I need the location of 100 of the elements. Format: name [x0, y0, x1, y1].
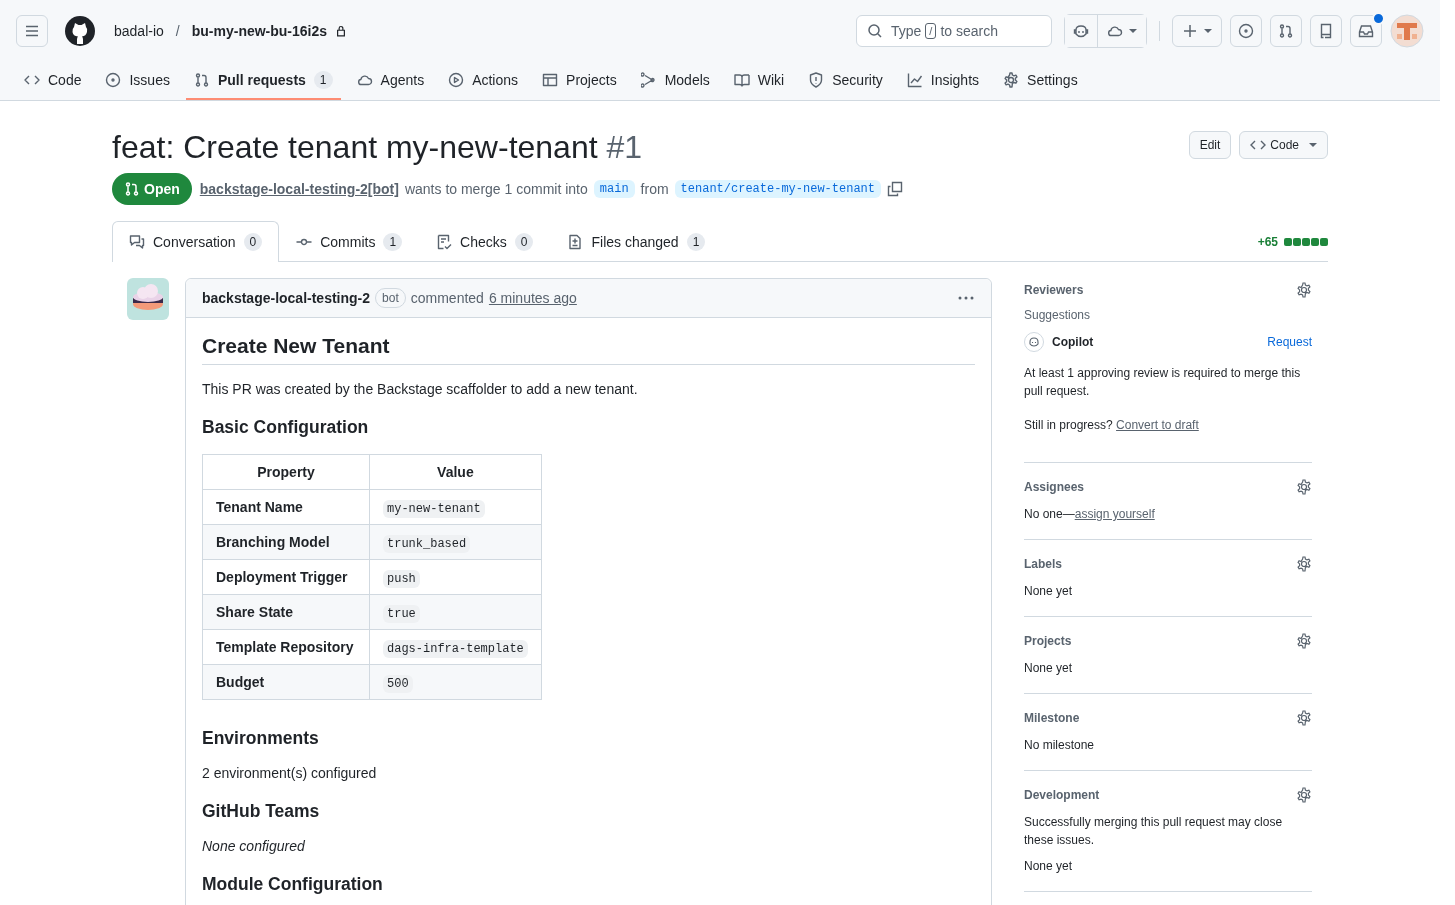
section-heading: Module Configuration	[202, 874, 384, 895]
plus-icon	[1182, 23, 1198, 39]
repo-nav-tab[interactable]: Settings	[995, 62, 1086, 100]
property-cell: Template Repository	[202, 629, 370, 665]
sidebar-heading: Assignees	[1024, 480, 1085, 494]
pull-request-icon	[1278, 23, 1294, 39]
robot-avatar-icon	[1024, 332, 1044, 352]
section-text: 2 environment(s) configured	[202, 765, 378, 781]
reviewer-name: Copilot	[1052, 335, 1094, 349]
pull-requests-button[interactable]	[1270, 15, 1302, 47]
count-badge: 0	[514, 233, 534, 251]
repositories-button[interactable]	[1310, 15, 1342, 47]
comment-heading: Create New Tenant	[202, 334, 975, 365]
convert-to-draft-link[interactable]: Convert to draft	[1116, 418, 1199, 432]
gear-icon[interactable]	[1296, 710, 1312, 726]
sidebar-heading: Development	[1024, 788, 1100, 802]
pr-tab[interactable]: Checks 0	[419, 221, 551, 262]
suggestions-label: Suggestions	[1024, 308, 1092, 322]
gear-icon[interactable]	[1296, 556, 1312, 572]
pr-tab[interactable]: Files changed 1	[550, 221, 723, 262]
issues-button[interactable]	[1230, 15, 1262, 47]
inbox-icon	[1358, 23, 1374, 39]
sidebar-text: No one—	[1024, 507, 1075, 521]
comment-author-link[interactable]: backstage-local-testing-2	[202, 290, 371, 306]
repo-nav-tab[interactable]: Projects	[534, 62, 625, 100]
edit-button[interactable]: Edit	[1188, 131, 1232, 159]
request-link[interactable]: Request	[1267, 335, 1312, 349]
value-code: my-new-tenant	[383, 499, 485, 518]
create-new-button[interactable]	[1172, 15, 1222, 47]
pr-tab[interactable]: Conversation 0	[112, 221, 280, 262]
play-icon	[448, 72, 465, 88]
sidebar-link[interactable]: assign yourself	[1074, 507, 1155, 521]
sidebar-text: Successfully merging this pull request may close these issues.	[1024, 814, 1284, 849]
robot-icon	[1073, 23, 1089, 39]
file-diff-icon	[567, 234, 584, 250]
caret-icon	[1309, 141, 1317, 149]
property-cell: Share State	[202, 594, 370, 630]
value-code: dags-infra-template	[383, 639, 528, 658]
repo-nav-tab[interactable]: Agents	[348, 62, 433, 100]
copy-icon[interactable]	[887, 181, 904, 197]
head-branch-link[interactable]: tenant/create-my-new-tenant	[674, 180, 882, 198]
repo-nav-tab[interactable]: Issues	[97, 62, 178, 100]
section-heading: Basic Configuration	[202, 417, 370, 438]
sidebar-heading: Milestone	[1024, 711, 1080, 725]
from-text: from	[640, 181, 669, 197]
pull-request-icon	[193, 72, 210, 88]
book-icon	[1318, 23, 1334, 39]
lock-icon	[335, 25, 348, 37]
menu-button[interactable]	[16, 15, 48, 47]
checklist-icon	[436, 234, 453, 250]
repo-nav-tab[interactable]: Wiki	[725, 62, 793, 100]
search-field[interactable]: Type / to search	[856, 15, 1052, 47]
sidebar-text: No milestone	[1024, 737, 1096, 754]
base-branch-link[interactable]: main	[593, 180, 635, 198]
repo-nav-tab[interactable]: Pull requests 1	[185, 62, 341, 100]
path-separator: /	[175, 23, 180, 39]
code-button[interactable]: Code	[1239, 131, 1328, 159]
nodes-icon	[640, 72, 657, 88]
progress-question: Still in progress?	[1024, 418, 1113, 432]
cloud-icon	[1107, 23, 1123, 39]
property-cell: Budget	[202, 664, 370, 700]
gear-icon[interactable]	[1296, 479, 1312, 495]
section-heading: Environments	[202, 728, 320, 749]
octocat-logo-icon[interactable]	[64, 15, 96, 47]
cloud-menu-button[interactable]	[1097, 15, 1146, 47]
merge-text: wants to merge 1 commit into	[404, 181, 588, 197]
column-header: Value	[369, 454, 542, 490]
gear-icon[interactable]	[1296, 787, 1312, 803]
cloud-icon	[356, 72, 373, 88]
sidebar-heading: Projects	[1024, 634, 1072, 648]
author-link[interactable]: backstage-local-testing-2[bot]	[199, 181, 399, 197]
caret-icon	[1204, 27, 1212, 35]
sidebar-text: None yet	[1024, 660, 1074, 677]
gear-icon[interactable]	[1296, 633, 1312, 649]
section-text: None configured	[202, 838, 306, 854]
owner-link[interactable]: badal-io	[114, 23, 164, 39]
review-requirement-text: At least 1 approving review is required to merge this pull request.	[1024, 365, 1302, 400]
inbox-button[interactable]	[1350, 15, 1382, 47]
gear-icon[interactable]	[1296, 282, 1312, 298]
repo-link[interactable]: bu-my-new-bu-16i2s	[191, 23, 328, 39]
sidebar-heading: Labels	[1024, 557, 1062, 571]
user-avatar[interactable]	[1390, 14, 1424, 48]
column-header: Property	[202, 454, 370, 490]
book-icon	[733, 72, 750, 88]
property-cell: Deployment Trigger	[202, 559, 370, 595]
sidebar-text: None yet	[1024, 583, 1074, 600]
value-code: true	[383, 604, 420, 623]
repo-nav-tab[interactable]: Security	[800, 62, 891, 100]
repo-nav-tab[interactable]: Insights	[898, 62, 988, 100]
repo-nav-tab[interactable]: Code	[16, 62, 90, 100]
additions-count: +65	[1257, 235, 1278, 249]
timestamp-link[interactable]: 6 minutes ago	[488, 290, 577, 306]
search-icon	[867, 23, 883, 39]
open-state-badge: Open	[112, 173, 192, 205]
repo-nav-tab[interactable]: Actions	[440, 62, 527, 100]
value-code: trunk_based	[383, 534, 471, 553]
diffstat-bar-icon	[1284, 238, 1328, 246]
pr-tab[interactable]: Commits 1	[279, 221, 420, 262]
property-cell: Tenant Name	[202, 489, 370, 525]
repo-nav-tab[interactable]: Models	[632, 62, 718, 100]
